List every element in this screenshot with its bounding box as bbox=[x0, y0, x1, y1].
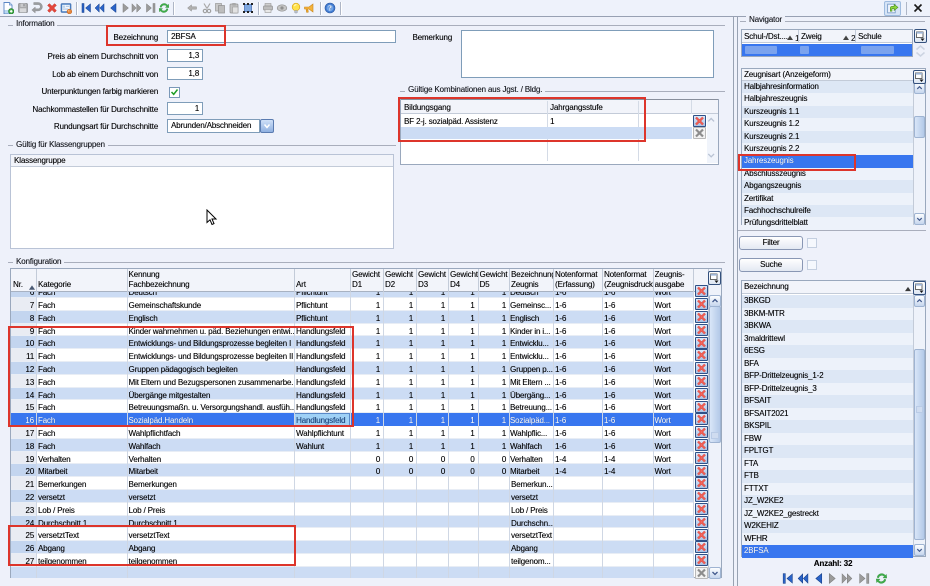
svg-text:?: ? bbox=[328, 4, 332, 13]
